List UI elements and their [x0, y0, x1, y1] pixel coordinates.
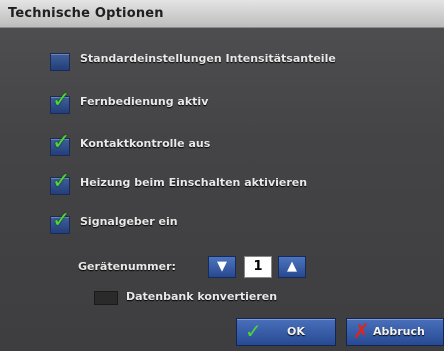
check-icon: ✓ — [52, 169, 71, 194]
option-convert-database[interactable]: Datenbank konvertieren — [0, 287, 444, 309]
option-standard-settings[interactable]: Standardeinstellungen Intensitätsanteile — [0, 49, 444, 73]
checkbox-convert-database[interactable] — [94, 291, 118, 305]
checkbox-contact-control[interactable]: ✓ — [50, 130, 70, 156]
dialog-title: Technische Optionen — [8, 6, 164, 21]
option-remote-control[interactable]: ✓ Fernbedienung aktiv — [0, 88, 444, 116]
device-number-value[interactable]: 1 — [244, 256, 272, 278]
device-number-label: Gerätenummer: — [78, 260, 176, 273]
title-bar: Technische Optionen — [0, 0, 444, 28]
option-label: Heizung beim Einschalten aktivieren — [80, 176, 308, 189]
option-heating[interactable]: ✓ Heizung beim Einschalten aktivieren — [0, 169, 444, 197]
option-label: Standardeinstellungen Intensitätsanteile — [80, 52, 336, 65]
checkbox-remote-control[interactable]: ✓ — [50, 88, 70, 114]
arrow-up-icon: ▲ — [287, 259, 297, 274]
device-number-increment-button[interactable]: ▲ — [278, 256, 306, 278]
cross-icon: ✗ — [353, 319, 370, 343]
option-label: Datenbank konvertieren — [126, 290, 278, 303]
option-signal[interactable]: ✓ Signalgeber ein — [0, 208, 444, 236]
check-icon: ✓ — [52, 88, 71, 113]
option-label: Fernbedienung aktiv — [80, 95, 209, 108]
device-number-decrement-button[interactable]: ▼ — [208, 256, 236, 278]
option-contact-control[interactable]: ✓ Kontaktkontrolle aus — [0, 130, 444, 158]
check-icon: ✓ — [52, 130, 71, 155]
check-icon: ✓ — [245, 319, 262, 343]
checkbox-heating[interactable]: ✓ — [50, 169, 70, 195]
option-label: Signalgeber ein — [80, 215, 178, 228]
check-icon: ✓ — [52, 208, 71, 233]
checkbox-signal[interactable]: ✓ — [50, 208, 70, 234]
option-label: Kontaktkontrolle aus — [80, 137, 211, 150]
ok-button[interactable]: ✓ OK — [236, 318, 336, 346]
checkbox-standard-settings[interactable] — [50, 53, 70, 71]
technical-options-dialog: Technische Optionen Standardeinstellunge… — [0, 0, 444, 351]
device-number-row: Gerätenummer: ▼ 1 ▲ — [0, 254, 444, 280]
cancel-button[interactable]: ✗ Abbruch — [346, 318, 444, 346]
arrow-down-icon: ▼ — [217, 259, 227, 274]
button-bar: ✓ OK ✗ Abbruch — [0, 316, 444, 351]
